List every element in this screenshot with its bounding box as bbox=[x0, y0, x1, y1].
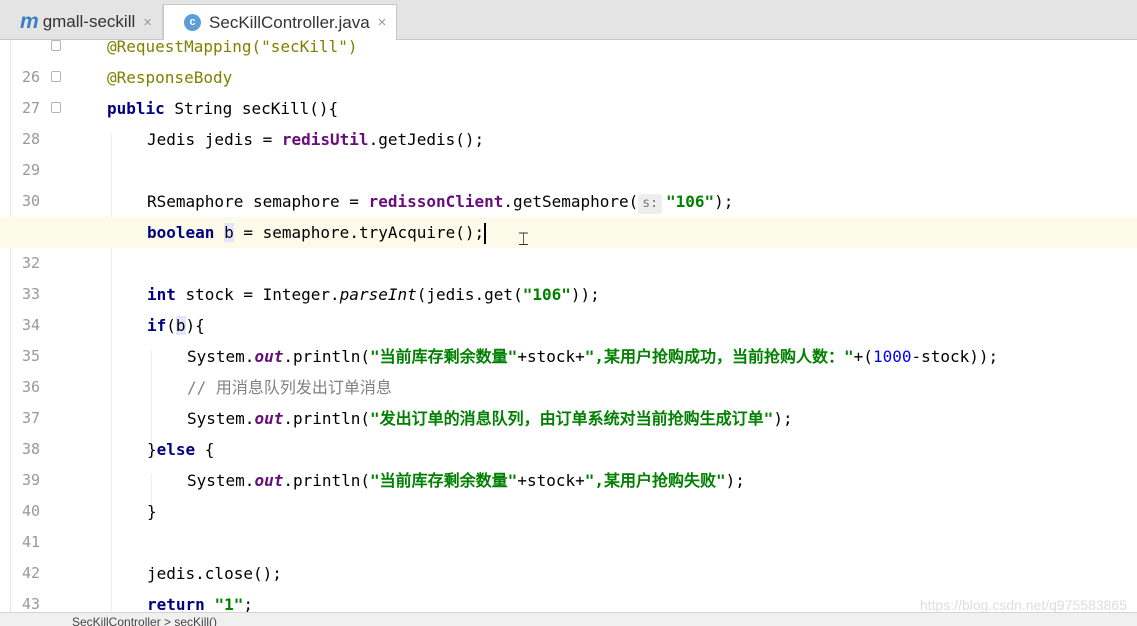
string-literal: "106" bbox=[665, 192, 715, 211]
code-text: ); bbox=[714, 192, 734, 211]
code-line[interactable]: 36 System.out.println("当前库存剩余数量"+stock+"… bbox=[0, 341, 1137, 396]
code-text: )); bbox=[570, 285, 600, 304]
static-method: parseInt bbox=[339, 285, 417, 304]
code-line[interactable]: 42 bbox=[0, 527, 1137, 582]
string-literal: "发出订单的消息队列，由订单系统对当前抢购生成订单" bbox=[370, 409, 774, 428]
code-line[interactable]: 28 public String secKill(){ bbox=[0, 93, 1137, 148]
code-text: ); bbox=[725, 471, 745, 490]
keyword: boolean bbox=[147, 223, 215, 242]
close-icon[interactable]: × bbox=[378, 14, 387, 31]
code-text: .println( bbox=[283, 409, 371, 428]
tab-gmall-seckill[interactable]: m gmall-seckill × bbox=[0, 5, 164, 39]
fold-marker-icon[interactable] bbox=[51, 40, 61, 51]
variable-highlight: b bbox=[224, 223, 234, 242]
code-text: .getSemaphore( bbox=[503, 192, 639, 211]
number-literal: 1000 bbox=[872, 347, 912, 366]
keyword: else bbox=[156, 440, 196, 459]
fold-marker-icon[interactable] bbox=[51, 102, 61, 113]
close-icon[interactable]: × bbox=[143, 14, 152, 31]
code-line[interactable]: 38 System.out.println("发出订单的消息队列，由订单系统对当… bbox=[0, 403, 1137, 458]
static-field: out bbox=[254, 409, 284, 428]
code-line[interactable]: 34 int stock = Integer.parseInt(jedis.ge… bbox=[0, 279, 1137, 334]
tab-label: SecKillController.java bbox=[209, 12, 370, 32]
code-line[interactable]: 30 bbox=[0, 155, 1137, 210]
field-ref: redissonClient bbox=[368, 192, 504, 211]
fold-marker-icon[interactable] bbox=[51, 71, 61, 82]
static-field: out bbox=[254, 471, 284, 490]
code-text: (jedis.get( bbox=[416, 285, 523, 304]
code-text: ); bbox=[773, 409, 793, 428]
code-text: .getJedis(); bbox=[368, 130, 485, 149]
static-field: out bbox=[254, 347, 284, 366]
keyword: return bbox=[147, 595, 205, 612]
code-line[interactable]: 41 } bbox=[0, 496, 1137, 551]
variable-highlight: b bbox=[175, 316, 186, 335]
code-text: ; bbox=[243, 595, 253, 612]
code-text: .println( bbox=[283, 347, 371, 366]
code-text: } bbox=[147, 440, 157, 459]
code-text: RSemaphore semaphore = bbox=[147, 192, 369, 211]
string-literal: "当前库存剩余数量" bbox=[370, 471, 518, 490]
code-line[interactable]: 39 }else { bbox=[0, 434, 1137, 489]
code-text: jedis.close(); bbox=[147, 564, 282, 583]
code-line-current[interactable]: 32 boolean b = semaphore.tryAcquire(); ⌶ bbox=[0, 217, 1137, 272]
code-text: +( bbox=[853, 347, 873, 366]
string-literal: "当前库存剩余数量" bbox=[370, 347, 518, 366]
keyword: int bbox=[147, 285, 176, 304]
string-literal: ",某用户抢购成功，当前抢购人数：" bbox=[584, 347, 854, 366]
code-text: } bbox=[147, 502, 157, 521]
code-line[interactable]: 33 bbox=[0, 248, 1137, 303]
code-line[interactable]: 35 if(b){ bbox=[0, 310, 1137, 365]
keyword: public bbox=[107, 99, 165, 118]
text-caret bbox=[484, 223, 487, 244]
maven-module-icon: m bbox=[20, 10, 39, 33]
code-text: Jedis jedis = bbox=[147, 130, 282, 149]
code-editor[interactable]: 26 @RequestMapping("secKill") 27 @Respon… bbox=[0, 40, 1137, 612]
keyword: if bbox=[147, 316, 167, 335]
string-literal: ",某用户抢购失败" bbox=[584, 471, 726, 490]
code-text: System. bbox=[187, 471, 255, 490]
code-line[interactable]: 29 Jedis jedis = redisUtil.getJedis(); bbox=[0, 124, 1137, 179]
tab-seckill-controller[interactable]: c SecKillController.java × bbox=[163, 4, 398, 40]
field-ref: redisUtil bbox=[281, 130, 369, 149]
code-text: -stock)); bbox=[911, 347, 999, 366]
breadcrumb[interactable]: SecKillController > secKill() bbox=[0, 612, 1137, 626]
code-line[interactable]: 26 @RequestMapping("secKill") bbox=[0, 40, 1137, 86]
code-line[interactable]: 43 jedis.close(); bbox=[0, 558, 1137, 612]
code-line[interactable]: 37 // 用消息队列发出订单消息 bbox=[0, 372, 1137, 427]
code-text: .println( bbox=[283, 471, 371, 490]
editor-tab-bar: m gmall-seckill × c SecKillController.ja… bbox=[0, 0, 1137, 40]
code-text: { bbox=[195, 440, 215, 459]
code-text: System. bbox=[187, 409, 255, 428]
parameter-hint: s: bbox=[638, 194, 662, 214]
annotation: @RequestMapping("secKill") bbox=[107, 40, 358, 56]
code-text: ( bbox=[166, 316, 176, 335]
java-class-icon: c bbox=[184, 14, 202, 31]
string-literal: "1" bbox=[214, 595, 244, 612]
annotation: @ResponseBody bbox=[107, 68, 233, 87]
code-text: = semaphore.tryAcquire(); bbox=[233, 223, 485, 242]
tab-label: gmall-seckill bbox=[42, 12, 136, 31]
code-text: String secKill(){ bbox=[164, 99, 339, 118]
code-text: System. bbox=[187, 347, 255, 366]
code-text: ){ bbox=[185, 316, 205, 335]
code-text: +stock+ bbox=[517, 471, 585, 490]
code-text: stock = Integer. bbox=[175, 285, 340, 304]
code-line[interactable]: 27 @ResponseBody bbox=[0, 62, 1137, 117]
code-comment: // 用消息队列发出订单消息 bbox=[187, 378, 392, 397]
code-line[interactable]: 31 RSemaphore semaphore = redissonClient… bbox=[0, 186, 1137, 241]
code-line[interactable]: 40 System.out.println("当前库存剩余数量"+stock+"… bbox=[0, 465, 1137, 520]
watermark: https://blog.csdn.net/q975583865 bbox=[919, 597, 1127, 613]
code-text: +stock+ bbox=[517, 347, 585, 366]
string-literal: "106" bbox=[522, 285, 571, 304]
